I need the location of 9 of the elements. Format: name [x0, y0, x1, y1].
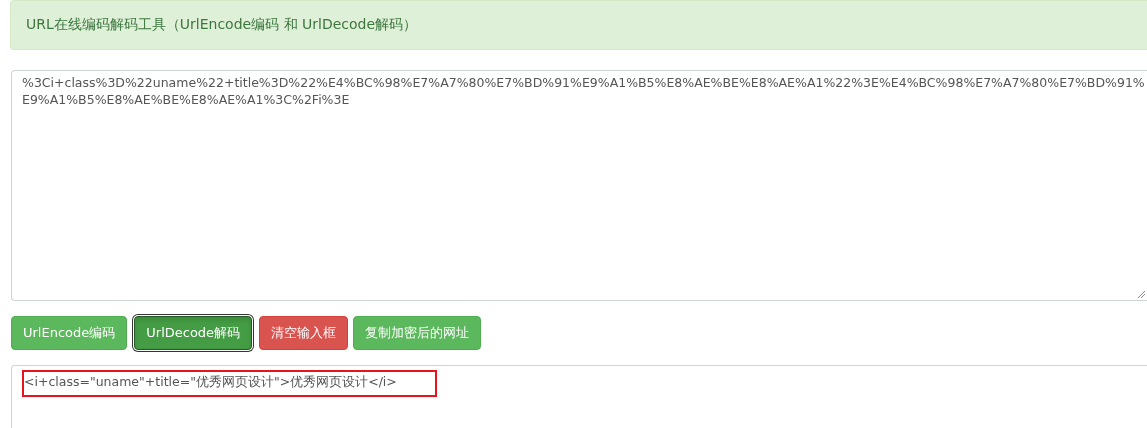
action-button[interactable]: UrlEncode编码: [11, 316, 128, 350]
action-button[interactable]: 清空输入框: [259, 316, 349, 350]
action-button[interactable]: UrlDecode解码: [134, 316, 253, 350]
title-banner: URL在线编码解码工具（UrlEncode编码 和 UrlDecode解码）: [10, 0, 1147, 50]
resize-grip-icon[interactable]: [1137, 290, 1145, 298]
output-text: <i+class="uname"+title="优秀网页设计">优秀网页设计</i>: [22, 370, 437, 397]
action-button[interactable]: 复制加密后的网址: [353, 316, 482, 350]
input-field[interactable]: %3Ci+class%3D%22uname%22+title%3D%22%E4%BC%98%E7%A7%80%E7%BD%91%E9%A1%B5%E8%AE%BE%E8%AE%A1%22%3E%E4%BC%98%E7%A7%80%E7%BD%91%E9%A1%B5%E8%AE%BE%E8%AE%A1%3C%2Fi%3E: [11, 70, 1147, 301]
output-field[interactable]: <i+class="uname"+title="优秀网页设计">优秀网页设计</i>: [11, 365, 1147, 428]
